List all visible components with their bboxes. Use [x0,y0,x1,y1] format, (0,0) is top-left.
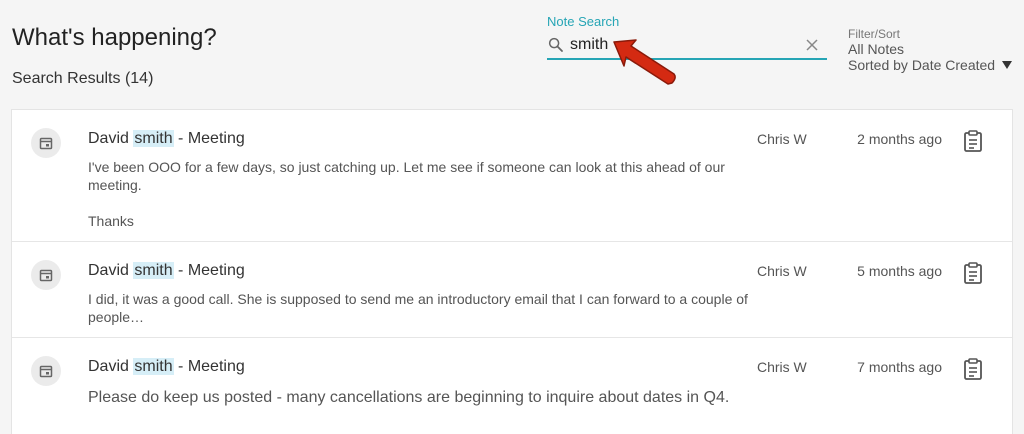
note-body-line: meeting. [88,177,142,193]
search-highlight: smith [133,262,174,279]
note-body-line: Thanks [88,213,134,229]
search-results-count: Search Results (14) [12,70,154,87]
page-title: What's happening? [12,24,217,51]
note-timestamp: 2 months ago [857,131,942,147]
sort-dropdown[interactable]: Sorted by Date Created [848,57,1018,73]
note-title-suffix: - Meeting [173,358,245,375]
close-icon[interactable] [805,38,819,52]
search-results-list: David smith - Meeting I've been OOO for … [11,109,1013,434]
search-icon [548,37,563,52]
caret-down-icon [1002,61,1013,69]
clipboard-icon[interactable] [963,130,983,152]
note-title-prefix: David [88,130,129,147]
note-body-line: Please do keep us posted - many cancella… [88,389,730,406]
filter-value[interactable]: All Notes [848,41,1018,57]
clipboard-icon[interactable] [963,358,983,380]
note-timestamp: 7 months ago [857,359,942,375]
note-author: Chris W [757,359,807,375]
note-title-prefix: David [88,358,129,375]
note-type-badge [31,128,61,158]
note-type-badge [31,260,61,290]
note-title[interactable]: David smith - Meeting [88,262,245,280]
note-title[interactable]: David smith - Meeting [88,130,245,148]
note-body: Please do keep us posted - many cancella… [88,388,758,408]
search-input[interactable] [570,35,790,55]
note-body-line: I've been OOO for a few days, so just ca… [88,159,725,175]
note-body: I've been OOO for a few days, so just ca… [88,158,758,230]
search-field-row [547,34,827,60]
note-author: Chris W [757,131,807,147]
calendar-icon [39,137,53,150]
search-label: Note Search [547,14,620,29]
note-body-line: I did, it was a good call. She is suppos… [88,291,748,307]
note-author: Chris W [757,263,807,279]
sort-value: Sorted by Date Created [848,57,996,73]
note-title-prefix: David [88,262,129,279]
note-title[interactable]: David smith - Meeting [88,358,245,376]
note-body-line: people… [88,309,145,325]
note-item[interactable]: David smith - Meeting Please do keep us … [12,338,1012,434]
search-highlight: smith [133,358,174,375]
red-arrow-annotation [613,39,676,85]
filter-sort: Filter/Sort All Notes Sorted by Date Cre… [848,27,1018,73]
note-title-suffix: - Meeting [173,262,245,279]
note-item[interactable]: David smith - Meeting I did, it was a go… [12,242,1012,338]
search-highlight: smith [133,130,174,147]
note-title-suffix: - Meeting [173,130,245,147]
calendar-icon [39,365,53,378]
filter-sort-label: Filter/Sort [848,27,901,41]
note-timestamp: 5 months ago [857,263,942,279]
note-type-badge [31,356,61,386]
note-search: Note Search [547,14,827,62]
note-body: I did, it was a good call. She is suppos… [88,290,758,326]
note-item[interactable]: David smith - Meeting I've been OOO for … [12,110,1012,242]
calendar-icon [39,269,53,282]
clipboard-icon[interactable] [963,262,983,284]
